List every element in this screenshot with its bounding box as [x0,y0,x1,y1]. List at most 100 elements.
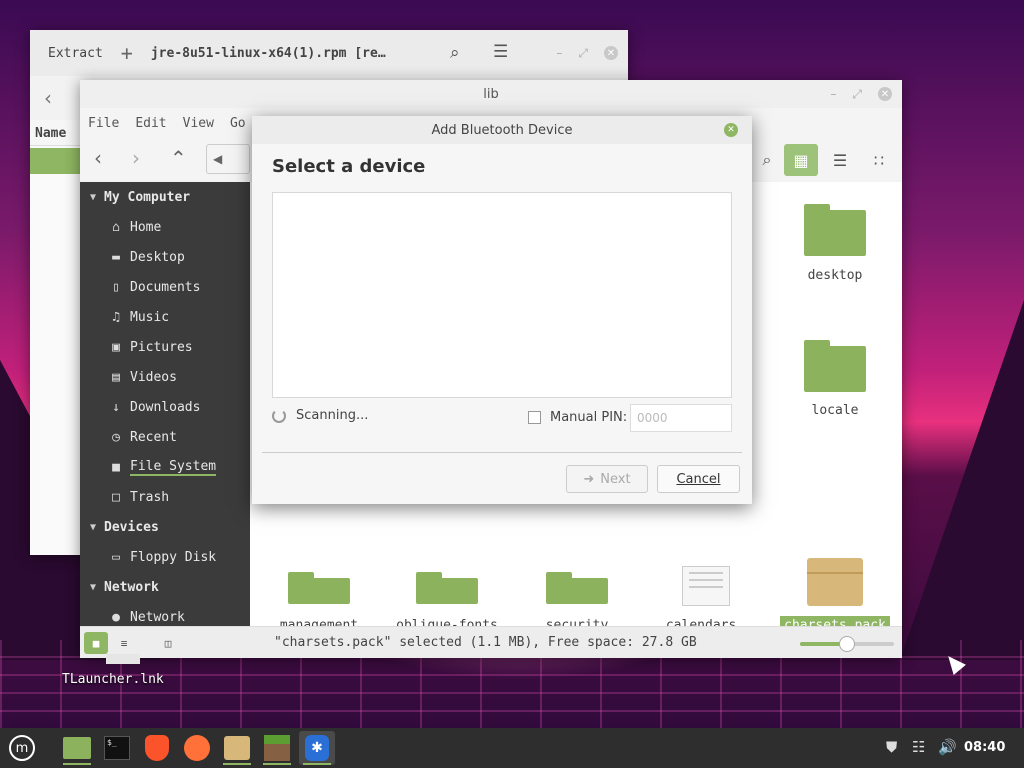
dialog-titlebar: Add Bluetooth Device [252,116,752,144]
up-icon[interactable]: ⌃ [170,146,187,170]
sidebar-item-label: File System [130,458,217,476]
menu-edit[interactable]: Edit [135,116,166,131]
taskbar-terminal[interactable]: $_ [99,731,135,765]
clock[interactable]: 08:40 [964,740,1005,755]
menu-view[interactable]: View [183,116,214,131]
file-label-calendars[interactable]: calendars.properties [640,616,770,626]
hamburger-menu-icon[interactable]: ☰ [493,42,508,62]
cancel-button[interactable]: Cancel [657,465,740,493]
taskbar-minecraft[interactable] [259,731,295,765]
close-icon[interactable]: ✕ [878,87,892,101]
menu-go[interactable]: Go [230,116,246,131]
file-label-management[interactable]: management [254,616,384,626]
compact-view-icon[interactable]: ∷ [862,144,896,176]
taskbar-archive-manager[interactable] [219,731,255,765]
sidebar-item-music[interactable]: ♫ Music [80,302,250,332]
maximize-icon[interactable]: ⤢ [852,87,862,102]
extract-button[interactable]: Extract [48,46,103,61]
document-icon[interactable] [682,566,730,606]
sidebar-item-videos[interactable]: ▤ Videos [80,362,250,392]
back-icon[interactable]: ‹ [94,146,102,170]
manual-pin-checkbox[interactable] [528,411,541,424]
forward-icon[interactable]: › [132,146,140,170]
taskbar-firefox[interactable] [179,731,215,765]
search-icon[interactable]: ⌕ [750,144,784,176]
shield-icon[interactable]: ⛊ [886,738,897,756]
folder-icon[interactable] [288,572,350,604]
sidebar-section-network[interactable]: ▼ Network [80,572,250,602]
taskbar-brave[interactable] [139,731,175,765]
close-icon[interactable]: ✕ [604,46,618,60]
folder-icon [63,737,91,759]
manual-pin-input[interactable] [630,404,732,432]
scanning-label: Scanning... [296,408,369,423]
sidebar-item-recent[interactable]: ◷ Recent [80,422,250,452]
folder-icon[interactable] [804,340,866,392]
maximize-icon[interactable]: ⤢ [578,46,588,61]
add-button[interactable]: + [121,41,133,65]
firefox-icon [184,735,210,761]
zoom-slider[interactable] [800,636,894,652]
music-icon: ♫ [112,309,120,325]
sidebar-item-file-system[interactable]: ■ File System [80,452,250,482]
menu-file[interactable]: File [88,116,119,131]
folder-icon[interactable] [804,204,866,256]
network-icon[interactable]: ☷ [912,738,925,756]
running-indicator [303,763,331,765]
desktop-icon-label[interactable]: TLauncher.lnk [62,672,164,687]
list-view-icon[interactable]: ☰ [823,144,857,176]
minimize-icon[interactable]: – [556,46,562,60]
sidebar-item-floppy-disk[interactable]: ▭ Floppy Disk [80,542,250,572]
sidebar-item-label: Documents [130,279,201,295]
icon-view-icon[interactable]: ▦ [784,144,818,176]
back-icon[interactable]: ‹ [44,86,52,110]
folder-icon[interactable] [416,572,478,604]
close-icon[interactable]: ✕ [724,123,738,137]
drive-icon: ■ [112,459,120,475]
file-label-locale[interactable]: locale [770,401,900,420]
file-label-oblique-fonts[interactable]: oblique-fonts [382,616,512,626]
volume-icon[interactable]: 🔊 [938,738,957,756]
documents-icon: ▯ [112,279,120,295]
desktop-shortcut-icon[interactable] [106,654,140,664]
file-label-desktop[interactable]: desktop [770,266,900,285]
sidebar-item-desktop[interactable]: ▬ Desktop [80,242,250,272]
expand-icon: ▼ [90,521,97,533]
file-label-security[interactable]: security [512,616,642,626]
taskbar: m $_ ✱ ⛊ ☷ 🔊 08:40 [0,728,1024,768]
tree-toggle-icon[interactable]: ≡ [112,632,136,654]
minimize-icon[interactable]: – [830,87,836,101]
next-button[interactable]: ➜ Next [566,465,648,493]
hide-sidebar-icon[interactable]: ◫ [156,632,180,654]
sidebar-item-label: Videos [130,369,177,385]
sidebar-item-pictures[interactable]: ▣ Pictures [80,332,250,362]
sidebar-item-network[interactable]: ● Network [80,602,250,626]
sidebar-item-label: Network [130,609,185,625]
sidebar-item-documents[interactable]: ▯ Documents [80,272,250,302]
file-label-charsets-pack[interactable]: charsets.pack [770,616,900,626]
sidebar-item-label: Trash [130,489,170,505]
sidebar-item-trash[interactable]: □ Trash [80,482,250,512]
statusbar: ■ ≡ ◫ "charsets.pack" selected (1.1 MB),… [80,626,902,658]
taskbar-files[interactable] [59,731,95,765]
device-list[interactable] [272,192,732,398]
sidebar-item-downloads[interactable]: ↓ Downloads [80,392,250,422]
search-icon[interactable]: ⌕ [450,43,460,63]
sidebar-section-devices[interactable]: ▼ Devices [80,512,250,542]
bluetooth-dialog: Add Bluetooth Device ✕ Select a device S… [252,116,752,504]
places-toggle-icon[interactable]: ■ [84,632,108,654]
sidebar: ▼ My Computer ⌂ Home ▬ Desktop ▯ Documents ♫… [80,182,250,626]
status-text: "charsets.pack" selected (1.1 MB), Free … [274,635,697,650]
sidebar-section-my-computer[interactable]: ▼ My Computer [80,182,250,212]
sidebar-item-home[interactable]: ⌂ Home [80,212,250,242]
sidebar-item-label: Downloads [130,399,201,415]
zoom-slider-handle[interactable] [839,636,855,652]
trash-icon: □ [112,489,120,505]
folder-icon[interactable] [546,572,608,604]
menu-button[interactable]: m [4,731,40,765]
path-toggle-icon[interactable]: ◀ [206,144,250,174]
expand-icon: ▼ [90,191,97,203]
next-icon: ➜ [583,471,595,487]
taskbar-bluetooth[interactable]: ✱ [299,731,335,765]
package-icon[interactable] [807,558,863,606]
